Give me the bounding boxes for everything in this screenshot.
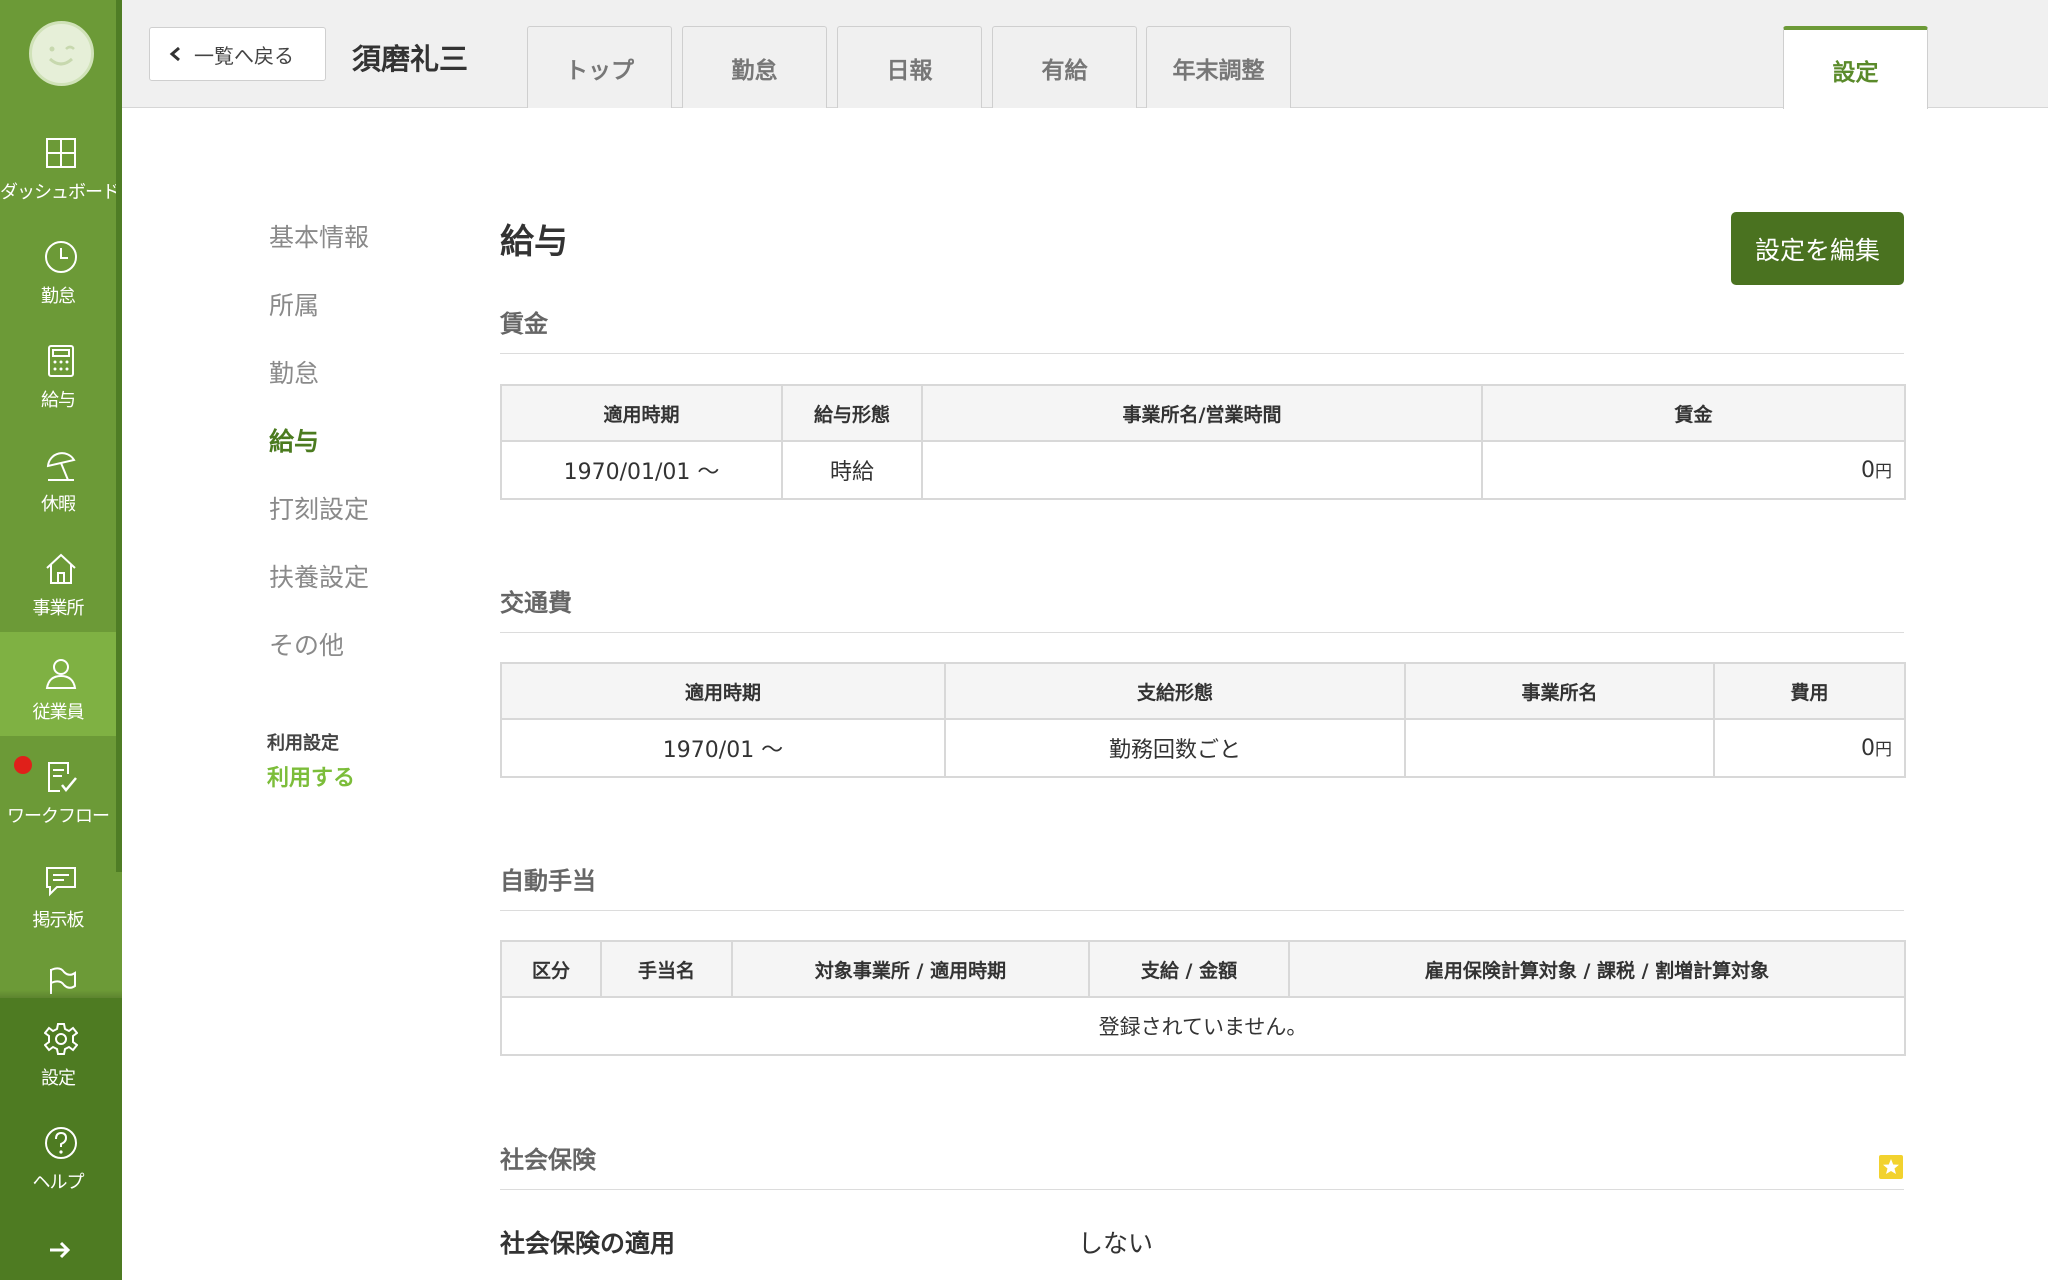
column-header: 対象事業所 / 適用時期 (731, 940, 1090, 998)
person-icon (45, 659, 77, 689)
sidebar-bottom: 設定 ヘルプ (0, 998, 122, 1280)
employee-header: 一覧へ戻る 須磨礼三 トップ 勤怠 日報 有給 年末調整 設定 (122, 0, 2048, 109)
chat-icon (46, 867, 76, 897)
nav-board[interactable]: 掲示板 (0, 840, 116, 944)
gear-icon (44, 1023, 78, 1055)
employee-name: 須磨礼三 (352, 42, 469, 76)
social-insurance-section-heading: 社会保険 (500, 1140, 1904, 1190)
nav-leave-label: 休暇 (41, 494, 76, 515)
transport-type-cell: 勤務回数ごと (944, 718, 1406, 778)
subnav-attendance[interactable]: 勤怠 (269, 354, 319, 390)
column-header: 給与形態 (781, 384, 923, 442)
help-icon (45, 1127, 77, 1159)
star-icon (1883, 1159, 1899, 1174)
nav-attendance[interactable]: 勤怠 (0, 216, 116, 320)
column-header: 賃金 (1481, 384, 1906, 442)
expand-arrow-icon[interactable] (48, 1238, 72, 1262)
transport-amount-cell: 0円 (1713, 718, 1906, 778)
nav-attendance-label: 勤怠 (41, 286, 76, 307)
app-logo[interactable] (29, 21, 94, 86)
social-insurance-label: 社会保険の適用 (500, 1229, 676, 1258)
column-header: 事業所名 (1404, 662, 1715, 720)
wage-amount: 0 (1861, 458, 1875, 483)
table-row: 登録されていません。 (500, 996, 1906, 1056)
column-header: 適用時期 (500, 662, 946, 720)
edit-settings-button[interactable]: 設定を編集 (1731, 212, 1904, 285)
calculator-icon (48, 345, 74, 377)
wage-type-cell: 時給 (781, 440, 923, 500)
nav-office[interactable]: 事業所 (0, 528, 116, 632)
nav-help[interactable]: ヘルプ (0, 1102, 116, 1206)
column-header: 支給 / 金額 (1088, 940, 1290, 998)
back-to-list-label: 一覧へ戻る (194, 43, 294, 68)
table-row: 1970/01/01 〜 時給 0円 (500, 440, 1906, 500)
table-row: 1970/01 〜 勤務回数ごと 0円 (500, 718, 1906, 778)
subnav-basic-info[interactable]: 基本情報 (269, 218, 369, 254)
usage-setting-label: 利用設定 (267, 733, 339, 754)
nav-dashboard[interactable]: ダッシュボード (0, 112, 120, 216)
transport-office-cell (1404, 718, 1715, 778)
wage-table: 適用時期 給与形態 事業所名/営業時間 賃金 1970/01/01 〜 時給 0… (500, 384, 1906, 500)
dashboard-icon (46, 138, 76, 168)
column-header: 区分 (500, 940, 602, 998)
global-sidebar: ダッシュボード 勤怠 給与 休暇 事業所 従業員 ワークフロー 掲示板 設定 ヘ… (0, 0, 122, 1280)
wage-amount-cell: 0円 (1481, 440, 1906, 500)
nav-employees-label: 従業員 (32, 702, 85, 723)
nav-workflow-label: ワークフロー (7, 806, 110, 827)
tab-paid-leave[interactable]: 有給 (992, 26, 1137, 108)
transport-amount: 0 (1861, 736, 1875, 761)
empty-message: 登録されていません。 (500, 996, 1906, 1056)
checklist-icon (48, 762, 77, 792)
wage-office-cell (921, 440, 1483, 500)
column-header: 手当名 (600, 940, 733, 998)
nav-workflow[interactable]: ワークフロー (0, 736, 116, 840)
nav-flag[interactable] (0, 944, 116, 994)
sidebar-scrollbar[interactable] (116, 0, 122, 872)
column-header: 適用時期 (500, 384, 783, 442)
tab-year-end-adjustment[interactable]: 年末調整 (1146, 26, 1291, 108)
umbrella-icon (46, 452, 76, 481)
transport-period-cell: 1970/01 〜 (500, 718, 946, 778)
subnav-clock-settings[interactable]: 打刻設定 (269, 490, 369, 526)
column-header: 雇用保険計算対象 / 課税 / 割増計算対象 (1288, 940, 1906, 998)
nav-employees[interactable]: 従業員 (0, 632, 116, 736)
social-insurance-value: しない (1078, 1229, 1154, 1258)
home-icon (46, 553, 76, 584)
smiley-logo-icon (48, 45, 75, 66)
tab-top[interactable]: トップ (527, 26, 672, 108)
nav-board-label: 掲示板 (32, 910, 85, 931)
subnav-dependents-settings[interactable]: 扶養設定 (269, 558, 369, 594)
star-badge-icon[interactable] (1879, 1155, 1903, 1179)
subnav-other[interactable]: その他 (269, 626, 344, 662)
nav-settings-label: 設定 (41, 1068, 76, 1089)
column-header: 事業所名/営業時間 (921, 384, 1483, 442)
subnav-payroll[interactable]: 給与 (269, 422, 319, 458)
tab-settings[interactable]: 設定 (1783, 26, 1928, 109)
tab-daily-report[interactable]: 日報 (837, 26, 982, 108)
nav-payroll[interactable]: 給与 (0, 320, 116, 424)
wage-period-cell: 1970/01/01 〜 (500, 440, 783, 500)
nav-settings[interactable]: 設定 (0, 998, 116, 1102)
chevron-left-icon (169, 46, 180, 62)
subnav-affiliation[interactable]: 所属 (269, 286, 319, 322)
nav-dashboard-label: ダッシュボード (0, 182, 120, 203)
page-title: 給与 (500, 222, 568, 262)
transport-section-heading: 交通費 (500, 583, 1904, 633)
wage-amount-unit: 円 (1875, 462, 1892, 482)
nav-payroll-label: 給与 (41, 390, 76, 411)
nav-help-label: ヘルプ (32, 1172, 85, 1193)
tab-attendance[interactable]: 勤怠 (682, 26, 827, 108)
nav-leave[interactable]: 休暇 (0, 424, 116, 528)
transport-table: 適用時期 支給形態 事業所名 費用 1970/01 〜 勤務回数ごと 0円 (500, 662, 1906, 778)
allowance-table: 区分 手当名 対象事業所 / 適用時期 支給 / 金額 雇用保険計算対象 / 課… (500, 940, 1906, 1056)
allowance-section-heading: 自動手当 (500, 861, 1904, 911)
nav-office-label: 事業所 (32, 598, 85, 619)
column-header: 支給形態 (944, 662, 1406, 720)
wage-section-heading: 賃金 (500, 304, 1904, 354)
usage-setting-value: 利用する (267, 766, 356, 791)
transport-amount-unit: 円 (1875, 740, 1892, 760)
back-to-list-button[interactable]: 一覧へ戻る (149, 27, 326, 81)
clock-icon (45, 241, 77, 273)
column-header: 費用 (1713, 662, 1906, 720)
